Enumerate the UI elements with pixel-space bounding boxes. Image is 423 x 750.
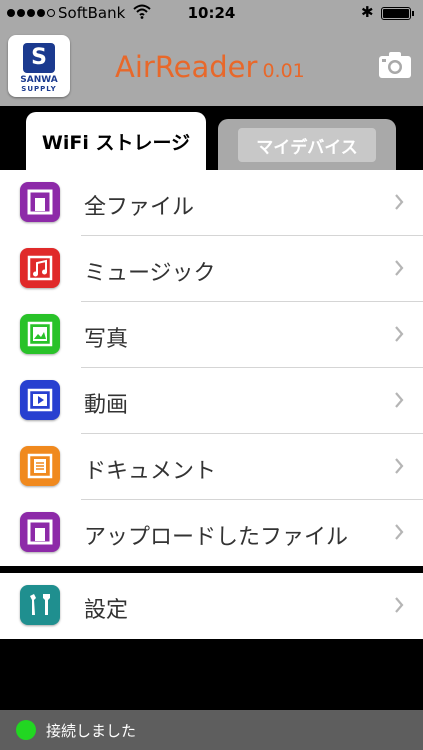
document-icon (20, 446, 60, 486)
camera-icon[interactable] (378, 50, 412, 80)
video-icon (20, 380, 60, 420)
tab-my-device[interactable]: マイデバイス (218, 119, 396, 170)
list-item-label: ドキュメント (84, 459, 217, 484)
bluetooth-icon: ✱ (361, 3, 374, 21)
app-header: S SANWA SUPPLY AirReader 0.01 (0, 28, 423, 106)
file-category-list: 全ファイル ミュージック 写真 動画 ドキュメント アップロードしたファイル (0, 170, 423, 566)
list-item-label: 動画 (84, 393, 129, 418)
status-bar: SoftBank 10:24 ✱ (0, 0, 423, 28)
connection-status-text: 接続しました (46, 722, 137, 740)
tab-wifi-storage-label: WiFi ストレージ (41, 131, 191, 154)
music-icon (20, 248, 60, 288)
list-item-label: ミュージック (84, 261, 216, 286)
chevron-right-icon (395, 597, 404, 613)
list-item-uploaded-files[interactable]: アップロードしたファイル (0, 500, 423, 566)
connected-indicator-icon (16, 720, 36, 740)
app-version: 0.01 (262, 60, 305, 82)
clock: 10:24 (187, 4, 236, 22)
list-item-label: 全ファイル (84, 195, 195, 220)
all-files-icon (20, 182, 60, 222)
logo-mark: S (23, 43, 55, 73)
chevron-right-icon (395, 524, 404, 540)
list-item-document[interactable]: ドキュメント (0, 434, 423, 500)
app-title: AirReader 0.01 (115, 50, 305, 84)
settings-section: 設定 (0, 573, 423, 639)
app-name: AirReader (115, 50, 258, 84)
chevron-right-icon (395, 194, 404, 210)
sanwa-logo[interactable]: S SANWA SUPPLY (8, 35, 70, 97)
list-item-music[interactable]: ミュージック (0, 236, 423, 302)
chevron-right-icon (395, 392, 404, 408)
list-item-photo[interactable]: 写真 (0, 302, 423, 368)
chevron-right-icon (395, 326, 404, 342)
settings-tools-icon (20, 585, 60, 625)
tab-my-device-label: マイデバイス (256, 137, 358, 158)
logo-line1: SANWA (20, 75, 58, 85)
battery-icon (381, 7, 414, 20)
list-item-label: 設定 (84, 598, 129, 623)
list-item-settings[interactable]: 設定 (0, 573, 423, 639)
list-item-all-files[interactable]: 全ファイル (0, 170, 423, 236)
list-item-video[interactable]: 動画 (0, 368, 423, 434)
list-item-label: アップロードしたファイル (84, 525, 349, 550)
chevron-right-icon (395, 458, 404, 474)
photo-icon (20, 314, 60, 354)
chevron-right-icon (395, 260, 404, 276)
connection-status-bar: 接続しました (0, 710, 423, 750)
logo-line2: SUPPLY (21, 85, 57, 93)
uploaded-files-icon (20, 512, 60, 552)
list-item-label: 写真 (84, 327, 129, 352)
tab-wifi-storage[interactable]: WiFi ストレージ (26, 112, 206, 170)
